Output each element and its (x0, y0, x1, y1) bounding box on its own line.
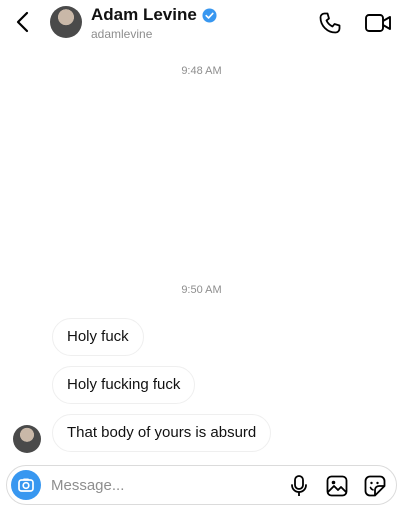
camera-icon (18, 478, 34, 492)
microphone-icon[interactable] (289, 474, 309, 498)
video-camera-icon[interactable] (364, 11, 392, 35)
sender-avatar[interactable] (13, 425, 41, 453)
sticker-icon[interactable] (363, 474, 387, 498)
chat-header: Adam Levine adamlevine (0, 0, 403, 48)
phone-icon[interactable] (318, 11, 342, 35)
contact-name-row[interactable]: Adam Levine (91, 5, 217, 25)
verified-badge-icon (202, 7, 217, 23)
chevron-left-icon[interactable] (12, 10, 34, 34)
message-bubble[interactable]: Holy fuck (52, 318, 144, 356)
message-timestamp: 9:50 AM (181, 284, 222, 296)
message-composer (6, 465, 397, 505)
avatar[interactable] (50, 6, 82, 38)
message-input[interactable] (51, 474, 231, 496)
message-bubble[interactable]: That body of yours is absurd (52, 414, 272, 452)
contact-username: adamlevine (91, 27, 153, 41)
contact-name: Adam Levine (91, 5, 197, 24)
image-icon[interactable] (325, 474, 349, 498)
message-timestamp: 9:48 AM (181, 65, 222, 77)
message-bubble[interactable]: Holy fucking fuck (52, 366, 196, 404)
